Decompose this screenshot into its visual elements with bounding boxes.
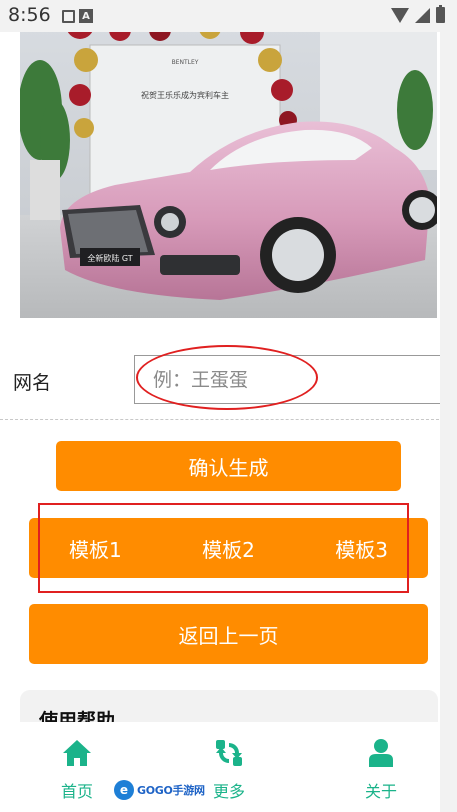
screenshot-notification-icon — [62, 9, 75, 23]
template-3-button[interactable]: 模板3 — [335, 534, 388, 563]
notification-icons: A — [62, 9, 93, 23]
home-icon — [61, 738, 93, 772]
nickname-input[interactable] — [134, 355, 444, 404]
nickname-label: 网名 — [13, 372, 52, 394]
nav-item-home[interactable]: 首页 — [37, 722, 117, 812]
cellular-signal-icon — [415, 7, 430, 23]
watermark-logo-icon: e — [114, 780, 134, 800]
template-2-button[interactable]: 模板2 — [202, 534, 255, 563]
user-icon — [366, 738, 396, 772]
banner-image: 祝贺王乐乐成为宾利车主 BENTLEY 全新欧陆 GT — [20, 0, 437, 318]
nav-label-home: 首页 — [60, 782, 93, 801]
page: 祝贺王乐乐成为宾利车主 BENTLEY 全新欧陆 GT 网名 例：王蛋蛋 确认生… — [0, 0, 444, 812]
banner-plate-text: 全新欧陆 GT — [87, 253, 132, 263]
status-bar: 8:56 A — [0, 0, 457, 32]
back-button[interactable]: 返回上一页 — [29, 604, 428, 664]
banner-sign-text: 祝贺王乐乐成为宾利车主 — [141, 90, 229, 100]
nav-item-about[interactable]: 关于 — [341, 722, 421, 812]
nickname-form-row: 网名 — [0, 346, 444, 420]
battery-icon — [436, 5, 445, 23]
nav-label-about: 关于 — [364, 782, 397, 801]
a-notification-icon: A — [79, 9, 93, 23]
scroll-edge — [440, 32, 457, 812]
confirm-generate-button[interactable]: 确认生成 — [56, 441, 401, 491]
wifi-icon — [391, 7, 409, 23]
bottom-nav: 首页 更多 关于 — [0, 722, 440, 812]
refresh-icon — [214, 738, 244, 772]
system-icons — [391, 5, 445, 23]
status-time: 8:56 — [8, 4, 51, 26]
watermark-text: GOGO手游网 — [137, 784, 205, 797]
banner-brand-text: BENTLEY — [172, 59, 199, 66]
template-button-bar: 模板1 模板2 模板3 — [29, 518, 428, 578]
template-1-button[interactable]: 模板1 — [69, 534, 122, 563]
watermark-logo: e GOGO手游网 — [114, 779, 205, 801]
